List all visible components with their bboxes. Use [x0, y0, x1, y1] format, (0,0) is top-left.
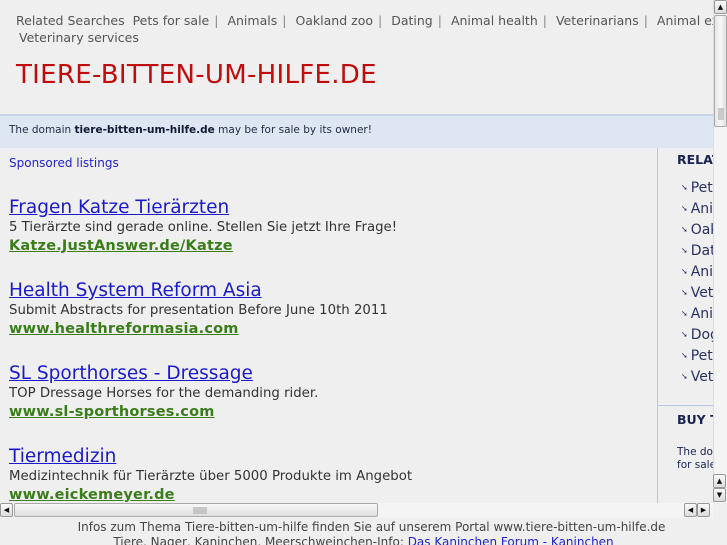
arrow-icon: ➘ — [681, 351, 688, 360]
listing: Tiermedizin Medizintechnik für Tierärzte… — [9, 446, 412, 503]
scroll-up-icon[interactable]: ▲ — [714, 0, 727, 14]
separator: | — [214, 13, 219, 28]
related-link-veterinarians[interactable]: Veterinarians — [556, 13, 639, 28]
listing-title[interactable]: Fragen Katze Tierärzten — [9, 197, 397, 219]
sidebar-item[interactable]: ➘Animal health — [681, 262, 713, 283]
site-title: TIERE-BITTEN-UM-HILFE.DE — [16, 60, 377, 90]
listing-url[interactable]: www.healthreformasia.com — [9, 320, 388, 338]
scroll-left-icon[interactable]: ◀ — [0, 503, 13, 517]
listing-url[interactable]: www.sl-sporthorses.com — [9, 403, 318, 421]
sidebar-item-label: Animal examination — [690, 306, 713, 322]
inner-scroll-up-icon[interactable]: ▲ — [713, 474, 726, 488]
sidebar-item[interactable]: ➘Animal examination — [681, 304, 713, 325]
buy-text-line: for sale — [677, 459, 713, 471]
kaninchen-forum-link[interactable]: Das Kaninchen Forum - Kaninchen — [408, 535, 614, 545]
scroll-right-icon[interactable]: ▶ — [697, 503, 710, 517]
arrow-icon: ➘ — [681, 330, 688, 339]
related-link-animal-examination[interactable]: Animal examination — [657, 13, 713, 28]
sidebar-item[interactable]: ➘Veterinary services — [681, 367, 713, 388]
sidebar-item-label: Animal health — [690, 264, 713, 280]
sidebar-item-label: Veterinarians — [690, 285, 713, 301]
sidebar-item-label: Pet — [690, 348, 713, 364]
separator: | — [542, 13, 547, 28]
domain-sale-text: The domain tiere-bitten-um-hilfe.de may … — [9, 124, 372, 136]
buy-text-line: The domain — [677, 446, 713, 458]
buy-domain-text: The domainfor sale — [677, 446, 713, 472]
related-searches-label: Related Searches — [16, 13, 125, 28]
grip-icon — [718, 108, 724, 120]
sale-suffix: may be for sale by its owner! — [214, 124, 372, 136]
footer-line-2: Tiere, Nager, Kaninchen, Meerschweinchen… — [0, 535, 727, 545]
horizontal-scrollbar[interactable]: ◀ ◀ ▶ — [0, 503, 713, 518]
sidebar-item-label: Dogs — [690, 327, 713, 343]
arrow-icon: ➘ — [681, 183, 688, 192]
arrow-icon: ➘ — [681, 372, 688, 381]
arrow-icon: ➘ — [681, 204, 688, 213]
related-link-veterinary-services[interactable]: Veterinary services — [19, 30, 139, 45]
scrollbar-thumb[interactable] — [714, 15, 727, 127]
listing: SL Sporthorses - Dressage TOP Dressage H… — [9, 363, 318, 421]
sidebar-item[interactable]: ➘Dogs — [681, 325, 713, 346]
scroll-left-icon[interactable]: ◀ — [684, 503, 697, 517]
listing-title[interactable]: Tiermedizin — [9, 446, 412, 468]
vertical-scrollbar[interactable]: ▲ — [713, 0, 727, 503]
sidebar-item-label: Pets for sale — [690, 180, 713, 196]
sale-prefix: The domain — [9, 124, 75, 136]
arrow-icon: ➘ — [681, 288, 688, 297]
separator: | — [378, 13, 383, 28]
sidebar-list: ➘Pets for sale ➘Animals ➘Oakland zoo ➘Da… — [681, 178, 713, 388]
sidebar-item-label: Animals — [690, 201, 713, 217]
related-link-animal-health[interactable]: Animal health — [451, 13, 538, 28]
arrow-icon: ➘ — [681, 309, 688, 318]
inner-scroll-down-icon[interactable]: ▼ — [713, 488, 726, 502]
listing-desc: TOP Dressage Horses for the demanding ri… — [9, 386, 319, 401]
sidebar: RELATED SEARCHES ➘Pets for sale ➘Animals… — [657, 148, 713, 503]
related-link-oakland-zoo[interactable]: Oakland zoo — [295, 13, 373, 28]
arrow-icon: ➘ — [681, 267, 688, 276]
sidebar-item-label: Veterinary services — [690, 369, 713, 385]
sponsored-listings-label[interactable]: Sponsored listings — [9, 156, 119, 170]
sidebar-item[interactable]: ➘Dating — [681, 241, 713, 262]
sidebar-item[interactable]: ➘Pets for sale — [681, 178, 713, 199]
page-frame: Related Searches Pets for sale | Animals |… — [0, 0, 713, 503]
listing-desc: Medizintechnik für Tierärzte über 5000 P… — [9, 469, 413, 484]
sidebar-heading: RELATED SEARCHES — [677, 152, 713, 167]
listing-url[interactable]: www.eickemeyer.de — [9, 486, 412, 503]
h-scrollbar-thumb[interactable] — [14, 503, 378, 517]
arrow-icon: ➘ — [681, 225, 688, 234]
listing-title[interactable]: SL Sporthorses - Dressage — [9, 363, 318, 385]
buy-domain-heading: BUY THIS DOMAIN — [677, 412, 713, 427]
separator: | — [643, 13, 648, 28]
footer: Infos zum Thema Tiere-bitten-um-hilfe fi… — [0, 520, 727, 545]
sidebar-item[interactable]: ➘Veterinarians — [681, 283, 713, 304]
related-link-pets-for-sale[interactable]: Pets for sale — [133, 13, 210, 28]
listing: Health System Reform Asia Submit Abstrac… — [9, 280, 388, 338]
listing-desc: 5 Tierärzte sind gerade online. Stellen … — [9, 220, 398, 235]
sidebar-item-label: Dating — [690, 243, 713, 259]
separator: | — [282, 13, 287, 28]
listing-desc: Submit Abstracts for presentation Before… — [9, 303, 388, 318]
domain-sale-banner: The domain tiere-bitten-um-hilfe.de may … — [0, 114, 713, 148]
arrow-icon: ➘ — [681, 246, 688, 255]
sale-domain: tiere-bitten-um-hilfe.de — [74, 124, 215, 136]
listing-title[interactable]: Health System Reform Asia — [9, 280, 388, 302]
separator: | — [437, 13, 442, 28]
related-link-dating[interactable]: Dating — [391, 13, 433, 28]
sidebar-divider — [658, 405, 713, 406]
related-searches-bar: Related Searches Pets for sale | Animals |… — [16, 12, 713, 45]
inner-scroll-buttons: ▲ ▼ — [713, 474, 727, 503]
listing: Fragen Katze Tierärzten 5 Tierärzte sind… — [9, 197, 397, 255]
grip-icon — [193, 507, 207, 514]
listing-url[interactable]: Katze.JustAnswer.de/Katze — [9, 237, 397, 255]
footer-prefix: Tiere, Nager, Kaninchen, Meerschweinchen… — [113, 535, 408, 545]
sidebar-item[interactable]: ➘ Pet — [681, 346, 713, 367]
sidebar-item[interactable]: ➘Animals — [681, 199, 713, 220]
footer-line-1: Infos zum Thema Tiere-bitten-um-hilfe fi… — [77, 520, 666, 534]
sidebar-item[interactable]: ➘Oakland zoo — [681, 220, 713, 241]
sidebar-item-label: Oakland zoo — [690, 222, 713, 238]
related-link-animals[interactable]: Animals — [227, 13, 277, 28]
